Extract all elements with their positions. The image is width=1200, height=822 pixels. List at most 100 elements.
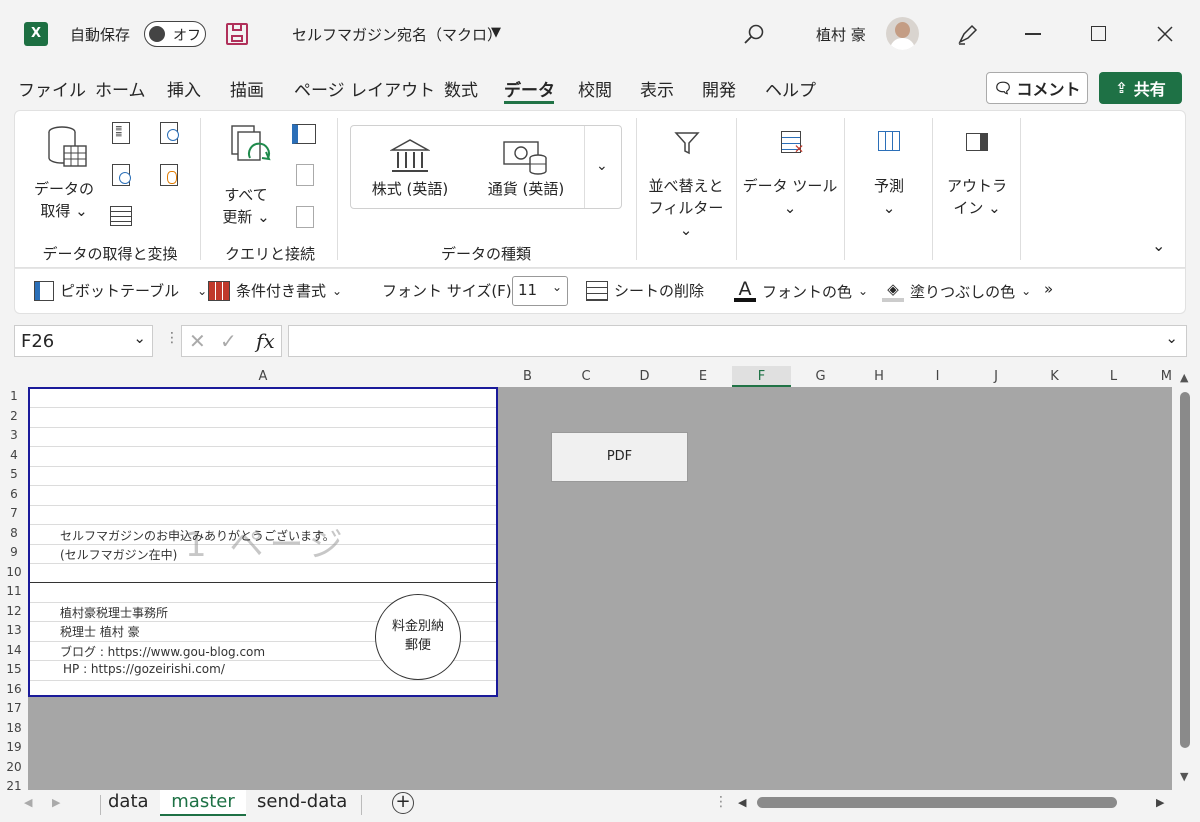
outline-button[interactable]: アウトラ イン ⌄ [944,175,1010,219]
row-header-16[interactable]: 16 [0,679,28,699]
tab-page-layout[interactable]: ページ レイアウト [294,76,435,101]
tab-formulas[interactable]: 数式 [444,76,478,101]
font-size-select[interactable]: 11 ⌄ [512,276,568,306]
prev-sheet-icon[interactable]: ◀ [24,796,32,809]
splitter-grip-icon[interactable]: ⋮ [714,794,728,810]
more-commands-button[interactable]: » [1044,280,1053,298]
collapse-ribbon-icon[interactable]: ⌄ [1152,236,1165,255]
conditional-format-button[interactable]: 条件付き書式 ⌄ [208,280,342,301]
chevron-down-icon[interactable]: ⌄ [596,158,608,174]
properties-icon[interactable] [296,164,314,186]
cell-a8[interactable]: セルフマガジンのお申込みありがとうございます。 [60,527,335,544]
minimize-icon[interactable] [1025,33,1041,35]
row-header-10[interactable]: 10 [0,562,28,582]
name-box[interactable]: F26 ⌄ [14,325,153,357]
tab-data[interactable]: データ [504,76,555,101]
avatar[interactable] [886,17,919,50]
search-icon[interactable] [743,23,765,45]
sheet-tab-data[interactable]: data [108,790,149,816]
close-icon[interactable] [1157,26,1173,42]
from-table-icon[interactable] [110,206,132,226]
delete-sheet-button[interactable]: シートの削除 [586,280,704,301]
column-header-g[interactable]: G [791,366,850,387]
tab-draw[interactable]: 描画 [230,76,264,101]
tab-home[interactable]: ホーム [95,76,146,101]
row-header-13[interactable]: 13 [0,621,28,641]
postage-stamp-circle[interactable]: 料金別納 郵便 [375,594,461,680]
row-header-18[interactable]: 18 [0,718,28,738]
row-header-5[interactable]: 5 [0,465,28,485]
tab-file[interactable]: ファイル [18,76,86,101]
tab-review[interactable]: 校閲 [578,76,612,101]
cell-a13[interactable]: 税理士 植村 豪 [60,623,140,640]
column-header-i[interactable]: I [908,366,967,387]
from-text-icon[interactable]: ≡ ≡ [112,122,130,144]
column-header-a[interactable]: A [28,366,498,387]
row-header-2[interactable]: 2 [0,406,28,426]
row-header-9[interactable]: 9 [0,543,28,563]
sort-filter-button[interactable]: 並べ替えと フィルター ⌄ [642,175,730,241]
row-header-19[interactable]: 19 [0,738,28,758]
refresh-all-button[interactable]: すべて 更新 ⌄ [212,184,280,228]
column-header-c[interactable]: C [557,366,615,387]
tab-view[interactable]: 表示 [640,76,674,101]
cell-a15[interactable]: HP : https://gozeirishi.com/ [63,662,225,676]
edit-links-icon[interactable] [296,206,314,228]
row-header-4[interactable]: 4 [0,445,28,465]
share-button[interactable]: ⇪ 共有 [1099,72,1182,104]
sheet-tab-master[interactable]: master [160,790,246,816]
column-header-d[interactable]: D [615,366,674,387]
save-icon[interactable] [226,23,248,45]
maximize-icon[interactable] [1091,26,1106,41]
row-header-1[interactable]: 1 [0,387,28,407]
add-sheet-icon[interactable]: + [392,792,414,814]
insert-function-button[interactable]: fx [256,329,275,353]
font-color-button[interactable]: A フォントの色 ⌄ [734,280,868,302]
from-web-icon[interactable] [112,164,131,186]
formula-input[interactable]: ⌄ [288,325,1187,357]
forecast-button[interactable]: 予測 ⌄ [862,175,916,219]
enter-icon[interactable]: ✓ [220,329,237,353]
column-header-b[interactable]: B [498,366,557,387]
column-header-e[interactable]: E [674,366,732,387]
fill-color-button[interactable]: ◈ 塗りつぶしの色 ⌄ [882,280,1031,302]
tab-insert[interactable]: 挿入 [167,76,201,101]
cell-a9[interactable]: (セルフマガジン在中) [60,546,177,563]
column-header-l[interactable]: L [1084,366,1143,387]
row-header-8[interactable]: 8 [0,523,28,543]
sheet-tab-send-data[interactable]: send-data [257,790,347,816]
user-name[interactable]: 植村 豪 [816,24,866,45]
pen-icon[interactable] [956,22,980,46]
row-header-14[interactable]: 14 [0,640,28,660]
document-title[interactable]: セルフマガジン宛名（マクロ） [292,24,502,45]
scroll-left-icon[interactable]: ◀ [738,796,746,809]
stocks-button[interactable]: 株式 (英語) [358,178,462,200]
row-header-12[interactable]: 12 [0,601,28,621]
horizontal-scroll-thumb[interactable] [757,797,1117,808]
existing-connections-icon[interactable] [160,164,178,186]
print-page-area[interactable]: 1 ページ セルフマガジンのお申込みありがとうございます。 (セルフマガジン在中… [28,387,498,697]
autosave-toggle[interactable]: オフ [144,21,206,47]
column-header-f[interactable]: F [732,366,791,387]
column-header-m[interactable]: M [1143,366,1172,387]
row-header-15[interactable]: 15 [0,660,28,680]
title-dropdown-icon[interactable]: ▼ [491,25,501,40]
queries-connections-icon[interactable] [292,124,316,144]
chevron-down-icon[interactable]: ⌄ [1165,329,1178,347]
select-all-corner[interactable] [0,366,28,387]
column-header-h[interactable]: H [850,366,908,387]
currency-button[interactable]: 通貨 (英語) [474,178,578,200]
row-header-17[interactable]: 17 [0,699,28,719]
cell-a14[interactable]: ブログ : https://www.gou-blog.com [60,643,265,660]
vertical-scrollbar[interactable]: ▲ ▼ [1172,366,1200,790]
scroll-down-icon[interactable]: ▼ [1180,770,1188,783]
scroll-up-icon[interactable]: ▲ [1180,371,1188,384]
data-tools-button[interactable]: データ ツール ⌄ [742,175,838,219]
vertical-scroll-thumb[interactable] [1180,392,1190,748]
cancel-icon[interactable]: ✕ [189,329,206,353]
comment-button[interactable]: 🗨 コメント [986,72,1088,104]
row-header-7[interactable]: 7 [0,504,28,524]
next-sheet-icon[interactable]: ▶ [52,796,60,809]
column-header-k[interactable]: K [1025,366,1084,387]
tab-developer[interactable]: 開発 [702,76,736,101]
